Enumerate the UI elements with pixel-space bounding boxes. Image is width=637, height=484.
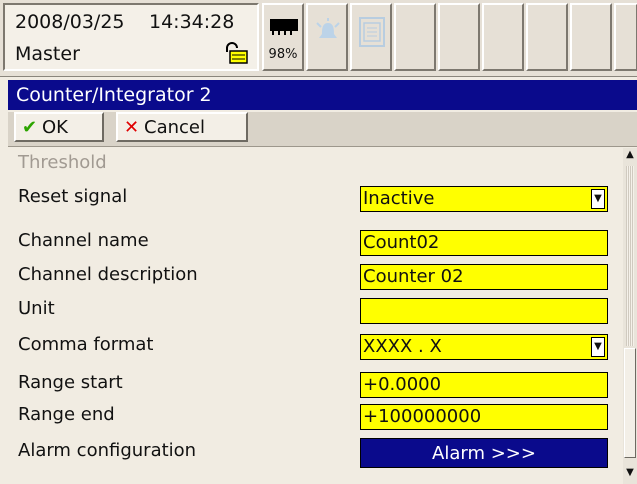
ok-label: OK [42,117,68,138]
status-slot [570,3,612,71]
settings-form: Threshold Reset signal Inactive ▼ Channe… [8,148,620,484]
alarm-status [306,3,348,71]
unit-row: Unit [8,294,620,326]
section-row: Threshold [8,148,620,180]
field-label: Reset signal [18,186,128,207]
reset-signal-dropdown[interactable]: Inactive ▼ [360,186,608,212]
section-heading: Threshold [18,152,107,173]
reset-signal-row: Reset signal Inactive ▼ [8,182,620,214]
alarm-configuration-row: Alarm configuration Alarm >>> [8,436,620,468]
field-label: Range end [18,404,115,425]
cancel-button[interactable]: ✕ Cancel [116,112,248,142]
status-slot [526,3,568,71]
field-value: Inactive [363,188,435,209]
close-icon: ✕ [124,117,140,138]
unit-field[interactable] [360,298,608,324]
memory-save-status [350,3,392,71]
status-time: 14:34:28 [149,11,235,33]
status-slot [482,3,524,71]
field-label: Alarm configuration [18,440,197,461]
cancel-label: Cancel [144,117,205,138]
scroll-up-icon[interactable]: ▲ [623,148,637,162]
vertical-scrollbar[interactable]: ▲ ▼ [623,148,637,484]
range-end-field[interactable]: +100000000 [360,404,608,430]
memory-card-icon [270,19,298,35]
comma-format-row: Comma format XXXX . X ▼ [8,330,620,362]
scroll-track[interactable] [626,166,634,346]
field-label: Range start [18,372,123,393]
status-bar: 2008/03/25 14:34:28 Master 98% [0,0,637,77]
status-slot [438,3,480,71]
scroll-thumb[interactable] [624,348,636,458]
check-icon: ✔ [22,117,38,138]
dialog-toolbar: ✔ OK ✕ Cancel [8,112,637,147]
memory-percent: 98% [268,47,298,62]
channel-name-row: Channel name Count02 [8,226,620,258]
field-label: Unit [18,298,55,319]
scroll-down-icon[interactable]: ▼ [623,466,637,480]
range-start-row: Range start +0.0000 [8,368,620,400]
memory-status: 98% [262,3,304,71]
channel-description-field[interactable]: Counter 02 [360,264,608,290]
chevron-down-icon[interactable]: ▼ [591,189,605,209]
field-value: XXXX . X [363,336,442,357]
field-label: Channel description [18,264,198,285]
field-label: Channel name [18,230,149,251]
memory-save-icon [359,17,385,47]
field-label: Comma format [18,334,154,355]
lock-icon [226,42,248,64]
status-slot [394,3,436,71]
alarm-config-button[interactable]: Alarm >>> [360,438,608,468]
channel-description-row: Channel description Counter 02 [8,260,620,292]
ok-button[interactable]: ✔ OK [14,112,104,142]
comma-format-dropdown[interactable]: XXXX . X ▼ [360,334,608,360]
status-user: Master [15,43,80,65]
dialog-title: Counter/Integrator 2 [8,80,637,110]
alarm-bell-icon [316,18,340,38]
range-start-field[interactable]: +0.0000 [360,372,608,398]
chevron-down-icon[interactable]: ▼ [591,337,605,357]
channel-name-field[interactable]: Count02 [360,230,608,256]
datetime-panel: 2008/03/25 14:34:28 Master [3,3,259,71]
status-slot [614,3,637,71]
range-end-row: Range end +100000000 [8,400,620,432]
status-date: 2008/03/25 [15,11,125,33]
